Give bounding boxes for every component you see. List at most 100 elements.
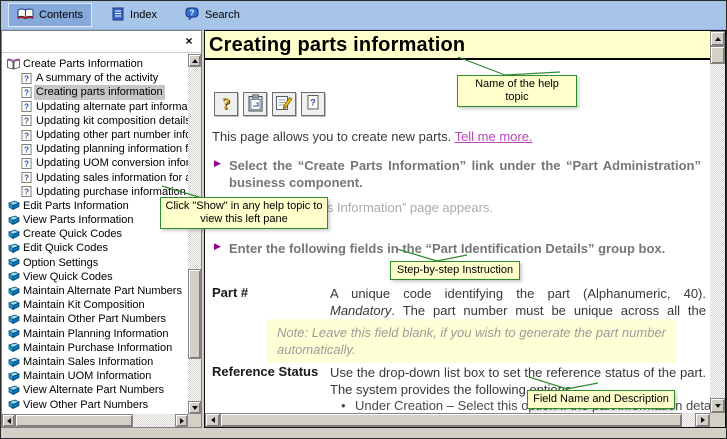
- tree-item-label: Maintain Purchase Information: [21, 341, 174, 355]
- tab-search[interactable]: ? Search: [176, 3, 249, 28]
- svg-text:?: ?: [23, 74, 28, 83]
- tree-item[interactable]: Create Quick Codes: [3, 227, 188, 241]
- book-icon: [5, 229, 21, 240]
- tree-item[interactable]: ?Updating alternate part informatio: [3, 100, 188, 114]
- scroll-right-icon[interactable]: [695, 413, 710, 427]
- tree-scrollbar-thumb[interactable]: [188, 269, 201, 359]
- help-question-button[interactable]: ?: [214, 92, 238, 116]
- tree-item[interactable]: ?Creating parts information: [3, 85, 188, 99]
- scroll-up-icon[interactable]: [710, 31, 725, 46]
- book-open-icon: [17, 7, 34, 23]
- content-horizontal-scrollbar[interactable]: [205, 413, 710, 427]
- book-icon: [5, 286, 21, 297]
- tree-item-label: Updating planning information for: [34, 142, 188, 156]
- svg-text:?: ?: [23, 188, 28, 197]
- step-2: ▶ Enter the following fields in the “Par…: [213, 240, 709, 257]
- tree-item-label: Maintain UOM Information: [21, 369, 153, 383]
- tree-item-label: View Quick Codes: [21, 270, 115, 284]
- close-icon[interactable]: ×: [182, 34, 196, 49]
- book-icon: [5, 385, 21, 396]
- scroll-left-icon[interactable]: [205, 413, 220, 427]
- tab-contents[interactable]: Contents: [8, 3, 92, 27]
- topic-icon: ?: [18, 114, 34, 127]
- edit-notes-button[interactable]: [272, 92, 296, 116]
- scroll-right-icon[interactable]: [175, 414, 188, 427]
- contents-pane: × Create Parts Information?A summary of …: [1, 30, 202, 428]
- tree-item-label: Updating kit composition details fo: [34, 114, 188, 128]
- tree-item[interactable]: Maintain Planning Information: [3, 327, 188, 341]
- tree-hscrollbar-thumb[interactable]: [15, 414, 133, 427]
- tell-me-more-link[interactable]: Tell me more.: [455, 129, 533, 144]
- topic-icon: ?: [18, 129, 34, 142]
- scroll-up-icon[interactable]: [188, 54, 201, 67]
- book-icon: [5, 271, 21, 282]
- callout-step-instruction: Step-by-step Instruction: [390, 261, 520, 280]
- tree-item[interactable]: ? Updating other part number inform: [3, 128, 188, 142]
- tree-item[interactable]: Maintain Purchase Information: [3, 341, 188, 355]
- tree-item[interactable]: ?Updating kit composition details fo: [3, 114, 188, 128]
- tree-item[interactable]: Maintain Other Part Numbers: [3, 312, 188, 326]
- tab-search-label: Search: [205, 9, 240, 21]
- tree-item-label: View Other Part Numbers: [21, 398, 150, 412]
- tree-item-label: Maintain Alternate Part Numbers: [21, 284, 184, 298]
- tree-item[interactable]: View Other Part Numbers: [3, 398, 188, 412]
- tree-item-label: Updating sales information for a p: [34, 171, 188, 185]
- tree-vertical-scrollbar[interactable]: [188, 54, 201, 414]
- content-hscrollbar-thumb[interactable]: [220, 413, 682, 427]
- tree-item-label: Maintain Planning Information: [21, 327, 171, 341]
- clipboard-button[interactable]: [243, 92, 267, 116]
- tree-item[interactable]: Maintain Kit Composition: [3, 298, 188, 312]
- tree-item[interactable]: ?A summary of the activity: [3, 71, 188, 85]
- tree-item[interactable]: Option Settings: [3, 256, 188, 270]
- book-icon: [5, 371, 21, 382]
- tree-item[interactable]: View Quick Codes: [3, 270, 188, 284]
- tree-item[interactable]: Create Parts Information: [3, 57, 188, 71]
- tree-item-label: Option Settings: [21, 256, 100, 270]
- tree-item-label: Updating other part number inform: [34, 128, 188, 142]
- book-icon: [5, 357, 21, 368]
- intro-paragraph: This page allows you to create new parts…: [212, 129, 710, 144]
- scrollbar-corner: [188, 414, 201, 427]
- topic-help-button[interactable]: ?: [301, 92, 325, 116]
- svg-text:?: ?: [23, 174, 28, 183]
- intro-text: This page allows you to create new parts…: [212, 129, 455, 144]
- tree-item[interactable]: Maintain Alternate Part Numbers: [3, 284, 188, 298]
- notepad-pencil-icon: [275, 94, 293, 115]
- svg-text:?: ?: [23, 103, 28, 112]
- svg-text:?: ?: [23, 131, 28, 140]
- field-name-reference-status: Reference Status: [212, 364, 318, 379]
- scroll-left-icon[interactable]: [2, 414, 15, 427]
- page-title: Creating parts information: [205, 31, 710, 57]
- book-icon: [5, 200, 21, 211]
- scroll-down-icon[interactable]: [188, 401, 201, 414]
- tab-index-label: Index: [130, 9, 157, 21]
- tab-index[interactable]: Index: [102, 3, 166, 28]
- field-desc-part-pre: A unique code identifying the part (Alph…: [330, 286, 706, 301]
- topic-toolbar: ?: [214, 92, 325, 116]
- tree-item-label: Maintain Sales Information: [21, 355, 155, 369]
- content-scrollbar-thumb[interactable]: [710, 46, 725, 64]
- content-vertical-scrollbar[interactable]: [710, 31, 725, 413]
- topic-icon: ?: [18, 86, 34, 99]
- tree-item-label: View Parts Information: [21, 213, 135, 227]
- svg-text:?: ?: [23, 160, 28, 169]
- search-bubble-icon: ?: [185, 7, 200, 24]
- topic-icon: ?: [18, 100, 34, 113]
- tree-item[interactable]: ?Updating planning information for: [3, 142, 188, 156]
- tree-item[interactable]: Maintain Sales Information: [3, 355, 188, 369]
- book-icon: [5, 243, 21, 254]
- tree-item[interactable]: ? Updating sales information for a p: [3, 171, 188, 185]
- step-bullet-icon: ▶: [214, 241, 221, 252]
- tree-item[interactable]: View Alternate Part Numbers: [3, 383, 188, 397]
- book-icon: [5, 314, 21, 325]
- tree-item-label: Updating UOM conversion informa: [34, 156, 188, 170]
- book-open-icon: [5, 58, 21, 70]
- topic-icon: ?: [18, 72, 34, 85]
- callout-field-description: Field Name and Description: [527, 390, 675, 409]
- scroll-down-icon[interactable]: [710, 398, 725, 413]
- bullet-icon: •: [341, 398, 355, 413]
- tree-item[interactable]: Edit Quick Codes: [3, 241, 188, 255]
- tree-item[interactable]: ? Updating UOM conversion informa: [3, 156, 188, 170]
- tree-horizontal-scrollbar[interactable]: [2, 414, 188, 427]
- tree-item[interactable]: Maintain UOM Information: [3, 369, 188, 383]
